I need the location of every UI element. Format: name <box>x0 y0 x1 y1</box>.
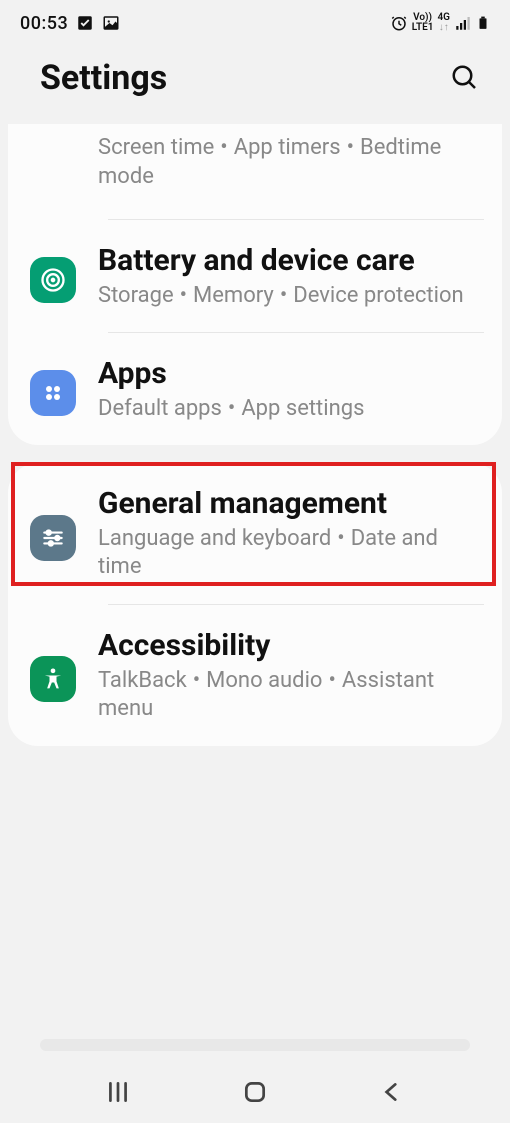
scroll-indicator <box>40 1039 470 1051</box>
status-bar: 00:53 Vo)) LTE1 4G ↓↑ <box>0 0 510 40</box>
back-icon[interactable] <box>379 1079 405 1105</box>
page-title: Settings <box>40 58 167 98</box>
settings-row-battery[interactable]: Battery and device care Storage•Memory•D… <box>8 220 502 332</box>
settings-row-general[interactable]: General management Language and keyboard… <box>8 463 502 604</box>
battery-icon <box>476 12 490 34</box>
settings-row-accessibility[interactable]: Accessibility TalkBack•Mono audio•Assist… <box>8 605 502 746</box>
settings-row-apps[interactable]: Apps Default apps•App settings <box>8 333 502 445</box>
checkbox-icon <box>76 14 94 32</box>
settings-row-digital-wellbeing[interactable]: Screen time•App timers•Bedtime mode <box>8 124 502 219</box>
row-title: Battery and device care <box>98 242 484 280</box>
row-title: Apps <box>98 355 484 393</box>
settings-card-2: General management Language and keyboard… <box>8 463 502 745</box>
settings-card-1: Screen time•App timers•Bedtime mode Batt… <box>8 124 502 445</box>
recents-icon[interactable] <box>105 1079 131 1105</box>
row-subtitle: Storage•Memory•Device protection <box>98 282 484 311</box>
apps-icon <box>30 370 76 416</box>
row-subtitle: Default apps•App settings <box>98 395 484 424</box>
row-text: Battery and device care Storage•Memory•D… <box>98 242 484 310</box>
signal-icon <box>454 14 472 32</box>
battery-care-icon <box>30 257 76 303</box>
volte-indicator: Vo)) LTE1 <box>412 13 434 33</box>
alarm-icon <box>390 14 408 32</box>
image-icon <box>102 14 120 32</box>
row-subtitle: Language and keyboard•Date and time <box>98 525 484 582</box>
row-text: Accessibility TalkBack•Mono audio•Assist… <box>98 627 484 724</box>
header: Settings <box>0 40 510 124</box>
sliders-icon <box>30 515 76 561</box>
row-text: General management Language and keyboard… <box>98 485 484 582</box>
status-bar-right: Vo)) LTE1 4G ↓↑ <box>390 12 490 34</box>
search-icon[interactable] <box>450 63 480 93</box>
row-title: Accessibility <box>98 627 484 665</box>
row-text: Screen time•App timers•Bedtime mode <box>98 134 484 191</box>
network-indicator: 4G ↓↑ <box>437 13 450 33</box>
row-subtitle: Screen time•App timers•Bedtime mode <box>98 134 484 191</box>
nav-bar <box>0 1061 510 1123</box>
row-text: Apps Default apps•App settings <box>98 355 484 423</box>
accessibility-icon <box>30 656 76 702</box>
row-title: General management <box>98 485 484 523</box>
status-time: 00:53 <box>20 13 68 34</box>
home-icon[interactable] <box>242 1079 268 1105</box>
row-subtitle: TalkBack•Mono audio•Assistant menu <box>98 667 484 724</box>
status-bar-left: 00:53 <box>20 13 120 34</box>
